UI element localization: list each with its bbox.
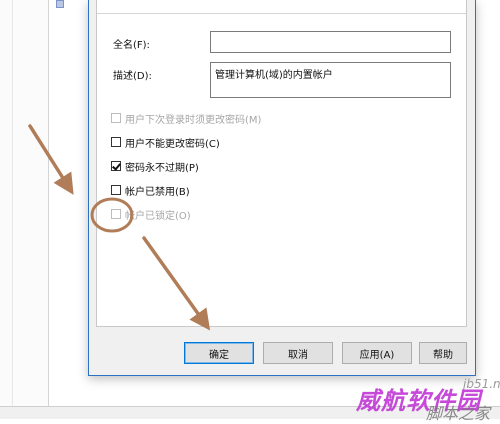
annotation-overlay bbox=[28, 124, 211, 331]
annotation-arrow-upper bbox=[28, 124, 74, 195]
watermark-cn: 脚本之家 bbox=[426, 404, 491, 423]
annotation-circle bbox=[90, 197, 134, 233]
annotation-arrow-lower bbox=[142, 236, 211, 331]
